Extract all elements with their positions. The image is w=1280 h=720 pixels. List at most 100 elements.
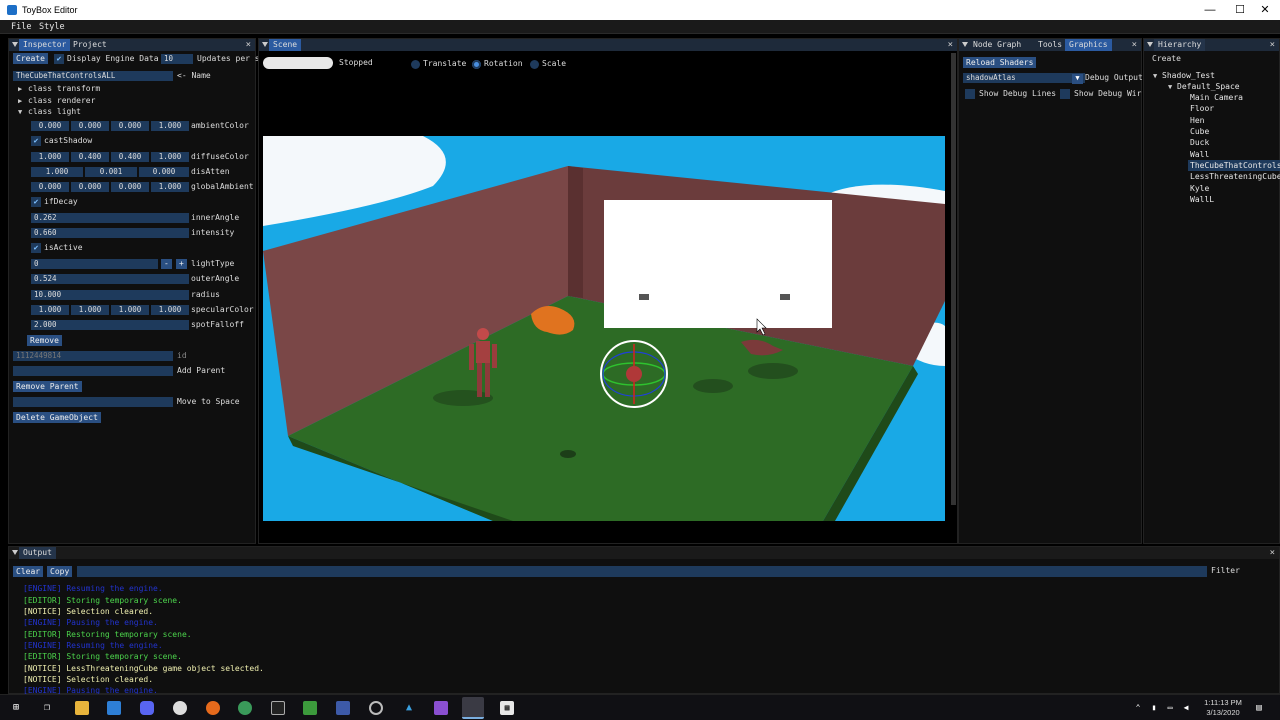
expand-arrow-icon[interactable]: ▶ [18,97,22,105]
collapse-triangle-icon[interactable] [12,550,18,555]
specular-g-input[interactable]: 1.000 [71,305,109,315]
close-window-button[interactable]: ✕ [1250,2,1280,18]
light-type-plus-button[interactable]: + [176,259,187,269]
ambient-a-input[interactable]: 1.000 [151,121,189,131]
tree-item[interactable]: Wall [1190,149,1209,160]
expand-arrow-icon[interactable]: ▶ [18,85,22,93]
name-input[interactable]: TheCubeThatControlsALL [13,71,173,81]
space-input[interactable] [13,397,173,407]
delete-gameobject-button[interactable]: Delete GameObject [13,412,101,423]
clock-date[interactable]: 3/13/2020 [1198,708,1248,717]
tree-item[interactable]: WallL [1190,194,1214,205]
ambient-r-input[interactable]: 0.000 [31,121,69,131]
spot-falloff-input[interactable]: 2.000 [31,320,189,330]
minimize-button[interactable]: — [1195,2,1225,18]
translate-radio[interactable] [411,60,420,69]
file-explorer-icon[interactable] [75,701,89,715]
global-ambient-g-input[interactable]: 0.000 [71,182,109,192]
collapse-triangle-icon[interactable] [262,42,268,47]
clear-button[interactable]: Clear [13,566,44,577]
dis-atten-x-input[interactable]: 1.000 [31,167,83,177]
remove-component-button[interactable]: Remove [27,335,62,346]
ambient-g-input[interactable]: 0.000 [71,121,109,131]
tab-output[interactable]: Output [19,547,56,559]
dis-atten-y-input[interactable]: 0.001 [85,167,137,177]
calculator-icon[interactable]: ▦ [500,701,514,715]
tab-node-graph[interactable]: Node Graph [969,39,1025,51]
visual-studio-icon[interactable] [434,701,448,715]
diffuse-r-input[interactable]: 1.000 [31,152,69,162]
windows-start-icon[interactable]: ⊞ [9,701,23,715]
cast-shadow-checkbox[interactable]: ✔ [31,136,41,146]
light-type-minus-button[interactable]: - [161,259,172,269]
clock-time[interactable]: 1:11:13 PM [1198,698,1248,707]
chevron-up-icon[interactable]: ⌃ [1131,701,1145,715]
microphone-icon[interactable]: ▮ [1147,701,1161,715]
toybox-editor-taskbar-icon[interactable] [462,697,484,719]
global-ambient-b-input[interactable]: 0.000 [111,182,149,192]
tab-inspector[interactable]: Inspector [19,39,71,51]
spreadsheet-icon[interactable] [303,701,317,715]
intensity-input[interactable]: 0.660 [31,228,189,238]
global-ambient-r-input[interactable]: 0.000 [31,182,69,192]
tree-item[interactable]: Hen [1190,115,1204,126]
volume-icon[interactable]: ◀ [1179,701,1193,715]
inner-angle-input[interactable]: 0.262 [31,213,189,223]
diffuse-a-input[interactable]: 1.000 [151,152,189,162]
reload-shaders-button[interactable]: Reload Shaders [963,57,1037,68]
scale-radio[interactable] [530,60,539,69]
specular-r-input[interactable]: 1.000 [31,305,69,315]
mail-icon[interactable] [107,701,121,715]
global-ambient-a-input[interactable]: 1.000 [151,182,189,192]
ambient-b-input[interactable]: 0.000 [111,121,149,131]
tab-tools[interactable]: Tools [1034,39,1066,51]
class-renderer-node[interactable]: class renderer [28,96,95,106]
dis-atten-z-input[interactable]: 0.000 [139,167,189,177]
close-icon[interactable]: × [1132,39,1137,51]
radius-input[interactable]: 10.000 [31,290,189,300]
move-to-space-label[interactable]: Move to Space [177,397,240,407]
remove-parent-button[interactable]: Remove Parent [13,381,82,392]
show-debug-wire-checkbox[interactable] [1060,89,1070,99]
discord-icon[interactable] [140,701,154,715]
close-icon[interactable]: × [1270,39,1275,51]
atlas-dropdown[interactable]: shadowAtlas [963,73,1085,83]
tab-project[interactable]: Project [69,39,111,51]
chrome-icon[interactable] [173,701,187,715]
specular-a-input[interactable]: 1.000 [151,305,189,315]
document-icon[interactable] [336,701,350,715]
if-decay-checkbox[interactable]: ✔ [31,197,41,207]
collapse-triangle-icon[interactable] [12,42,18,47]
tree-item[interactable]: Main Camera [1190,92,1243,103]
scene-scrollbar[interactable] [951,53,956,505]
tree-root-shadow-test[interactable]: Shadow_Test [1162,70,1215,81]
close-icon[interactable]: × [948,39,953,51]
task-view-icon[interactable]: ❐ [40,701,54,715]
hierarchy-create-button[interactable]: Create [1152,54,1181,64]
is-active-checkbox[interactable]: ✔ [31,243,41,253]
tree-item[interactable]: Kyle [1190,183,1209,194]
specular-b-input[interactable]: 1.000 [111,305,149,315]
close-icon[interactable]: × [246,39,251,51]
collapse-arrow-icon[interactable]: ▼ [1153,72,1157,80]
tree-item[interactable]: Duck [1190,137,1209,148]
parent-input[interactable] [13,366,173,376]
filter-input[interactable] [77,566,1207,577]
play-toggle[interactable] [263,57,333,69]
tree-default-space[interactable]: Default_Space [1177,81,1240,92]
firefox-icon[interactable] [206,701,220,715]
collapse-arrow-icon[interactable]: ▼ [18,108,22,116]
close-icon[interactable]: × [1270,547,1275,559]
app-icon[interactable] [369,701,383,715]
collapse-triangle-icon[interactable] [962,42,968,47]
dropdown-arrow-icon[interactable]: ▼ [1072,74,1083,84]
create-button[interactable]: Create [13,53,48,64]
tree-item[interactable]: Cube [1190,126,1209,137]
scene-viewport[interactable] [263,136,945,521]
rotation-radio[interactable] [472,60,481,69]
network-icon[interactable]: ▭ [1163,701,1177,715]
collapse-arrow-icon[interactable]: ▼ [1168,83,1172,91]
notification-icon[interactable]: ▤ [1252,701,1266,715]
tree-item[interactable]: LessThreateningCube [1190,171,1280,182]
collapse-triangle-icon[interactable] [1147,42,1153,47]
